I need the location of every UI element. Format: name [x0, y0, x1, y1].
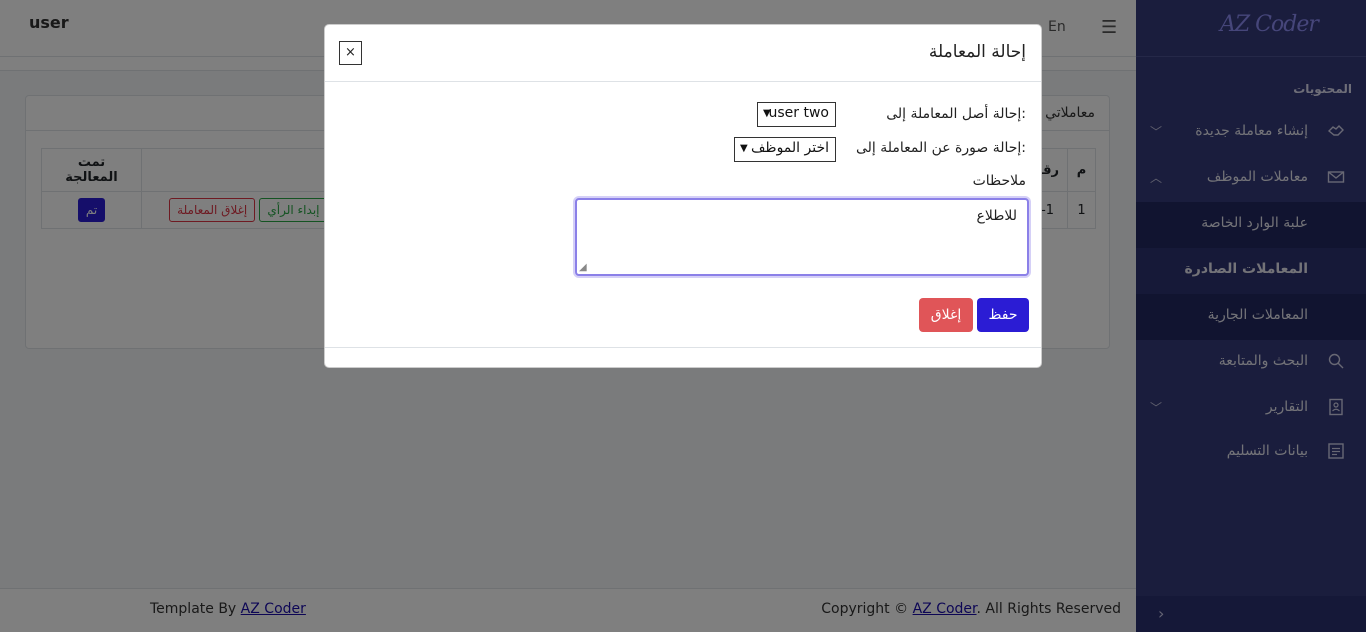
refer-transaction-modal: إحالة المعاملة × إحالة أصل المعاملة إلى:… [324, 24, 1042, 368]
notes-label: ملاحظات [972, 173, 1026, 189]
original-referral-select[interactable]: ▼ user two [757, 102, 836, 127]
close-icon[interactable]: × [339, 41, 362, 65]
caret-down-icon: ▼ [740, 143, 748, 154]
resize-handle-icon[interactable]: ◢ [579, 262, 587, 273]
notes-textarea[interactable]: للاطلاع ◢ [575, 198, 1029, 276]
copy-referral-label: إحالة صورة عن المعاملة إلى: [855, 140, 1026, 156]
close-button[interactable]: إغلاق [919, 298, 973, 332]
save-button[interactable]: حفظ [977, 298, 1029, 332]
original-referral-label: إحالة أصل المعاملة إلى: [886, 106, 1026, 122]
modal-footer-divider [325, 347, 1041, 348]
modal-header: إحالة المعاملة × [325, 25, 1041, 82]
modal-title: إحالة المعاملة [928, 42, 1026, 62]
copy-referral-select[interactable]: ▼ اختر الموظف [734, 137, 836, 162]
